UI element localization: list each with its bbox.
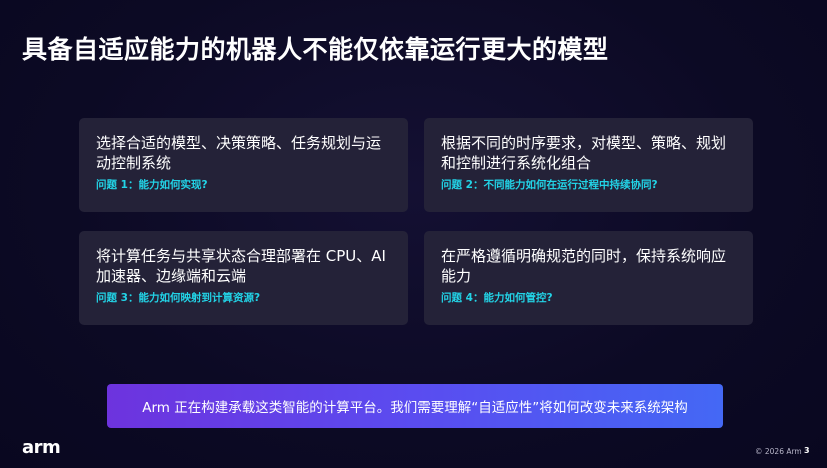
- arm-logo: arm: [22, 437, 61, 458]
- card-text: 选择合适的模型、决策策略、任务规划与运动控制系统: [96, 134, 382, 172]
- card-capability-coordination: 根据不同的时序要求，对模型、策略、规划和控制进行系统化组合 问题 2：不同能力如…: [424, 118, 753, 212]
- card-question: 问题 4：能力如何管控?: [441, 292, 553, 304]
- card-text: 根据不同的时序要求，对模型、策略、规划和控制进行系统化组合: [441, 134, 727, 172]
- card-text: 在严格遵循明确规范的同时，保持系统响应能力: [441, 247, 727, 285]
- card-capability-governance: 在严格遵循明确规范的同时，保持系统响应能力 问题 4：能力如何管控?: [424, 231, 753, 325]
- card-question: 问题 2：不同能力如何在运行过程中持续协同?: [441, 179, 658, 191]
- card-text: 将计算任务与共享状态合理部署在 CPU、AI 加速器、边缘端和云端: [96, 247, 386, 285]
- slide: 具备自适应能力的机器人不能仅依靠运行更大的模型 选择合适的模型、决策策略、任务规…: [0, 0, 827, 468]
- summary-banner: Arm 正在构建承载这类智能的计算平台。我们需要理解“自适应性”将如何改变未来系…: [107, 384, 723, 428]
- slide-title: 具备自适应能力的机器人不能仅依靠运行更大的模型: [22, 35, 609, 64]
- card-question: 问题 1：能力如何实现?: [96, 179, 208, 191]
- copyright-text: © 2026 Arm: [755, 447, 802, 456]
- page-number: 3: [804, 446, 810, 455]
- card-capability-implementation: 选择合适的模型、决策策略、任务规划与运动控制系统 问题 1：能力如何实现?: [79, 118, 408, 212]
- card-compute-mapping: 将计算任务与共享状态合理部署在 CPU、AI 加速器、边缘端和云端 问题 3：能…: [79, 231, 408, 325]
- card-question: 问题 3：能力如何映射到计算资源?: [96, 292, 261, 304]
